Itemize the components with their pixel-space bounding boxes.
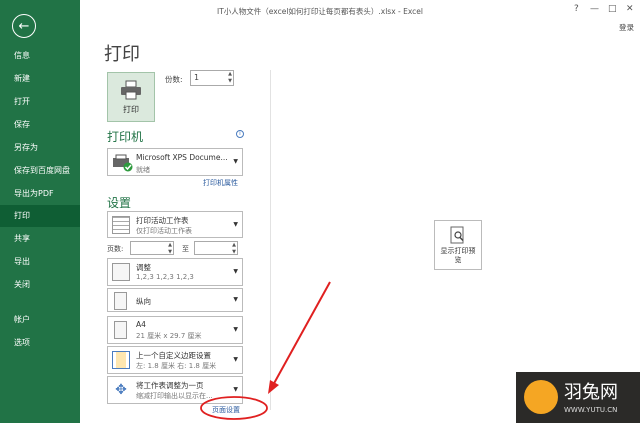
print-button-label: 打印: [123, 104, 139, 114]
watermark: 羽兔网 WWW.YUTU.CN: [516, 372, 640, 423]
close-icon[interactable]: ✕: [626, 4, 634, 14]
sidebar-item-close[interactable]: 关闭: [0, 274, 80, 296]
restore-icon[interactable]: □: [608, 4, 617, 14]
pages-to-input[interactable]: ▲ ▼: [194, 241, 238, 255]
collate-icon: [112, 263, 130, 281]
preview-label-line1: 显示打印预: [440, 246, 476, 255]
margins-icon: [112, 351, 130, 369]
copies-label: 份数:: [165, 75, 183, 84]
paper-size-sub: 21 厘米 x 29.7 厘米: [136, 332, 202, 340]
backstage-sidebar: ← 信息 新建 打开 保存 另存为 保存到百度网盘 导出为PDF 打印 共享 导…: [0, 0, 80, 423]
print-button[interactable]: 打印: [107, 72, 155, 122]
print-scope-dropdown[interactable]: 打印活动工作表 仅打印活动工作表 ▼: [107, 211, 243, 238]
scaling-main: 将工作表调整为一页: [136, 381, 204, 390]
window-title: IT小人物文件（excel如何打印让每页都有表头）.xlsx - Excel: [217, 7, 423, 16]
printer-name: Microsoft XPS Docume...: [136, 153, 228, 162]
orientation-dropdown[interactable]: 纵向 ▼: [107, 288, 243, 312]
printer-status: 就绪: [136, 166, 150, 174]
sidebar-item-save-to-baidu[interactable]: 保存到百度网盘: [0, 160, 80, 182]
sidebar-item-share[interactable]: 共享: [0, 228, 80, 250]
pages-to-label: 至: [182, 245, 189, 253]
sidebar-item-save-as[interactable]: 另存为: [0, 137, 80, 159]
sidebar-item-print[interactable]: 打印: [0, 205, 80, 227]
copies-input[interactable]: 1 ▲ ▼: [190, 70, 234, 86]
pages-label: 页数:: [107, 245, 124, 253]
paper-size-dropdown[interactable]: A4 21 厘米 x 29.7 厘米 ▼: [107, 316, 243, 344]
magnifier-page-icon: [450, 226, 464, 243]
chevron-down-icon: ▼: [233, 158, 238, 165]
chevron-down-icon: ▼: [233, 356, 238, 363]
printer-heading: 打印机: [107, 130, 144, 144]
minimize-icon[interactable]: —: [590, 4, 599, 14]
collate-sub: 1,2,3 1,2,3 1,2,3: [136, 273, 194, 281]
page-icon: [114, 321, 127, 339]
annotation-arrow: [271, 281, 331, 388]
orientation-main: 纵向: [136, 297, 151, 306]
printer-dropdown[interactable]: Microsoft XPS Docume... 就绪 ▼: [107, 148, 243, 176]
spinner-icon[interactable]: ▲ ▼: [232, 242, 236, 255]
print-scope-sub: 仅打印活动工作表: [136, 227, 192, 235]
settings-heading: 设置: [107, 196, 132, 210]
spinner-icon[interactable]: ▲ ▼: [228, 71, 232, 84]
sidebar-item-options[interactable]: 选项: [0, 332, 80, 354]
help-icon[interactable]: ?: [574, 4, 579, 14]
rabbit-logo-icon: [524, 380, 558, 414]
login-link[interactable]: 登录: [619, 22, 634, 33]
scaling-sub: 缩减打印输出以显示在...: [136, 392, 213, 400]
copies-value: 1: [194, 73, 200, 82]
paper-size-main: A4: [136, 320, 146, 329]
sidebar-item-open[interactable]: 打开: [0, 91, 80, 113]
margins-main: 上一个自定义边距设置: [136, 351, 211, 360]
chevron-down-icon: ▼: [233, 296, 238, 303]
portrait-icon: [114, 292, 127, 310]
chevron-down-icon: ▼: [233, 220, 238, 228]
preview-label-line2: 览: [454, 255, 462, 264]
sidebar-item-export[interactable]: 导出: [0, 251, 80, 273]
sidebar-item-account[interactable]: 帐户: [0, 309, 80, 331]
printer-properties-link[interactable]: 打印机属性: [203, 178, 238, 188]
print-scope-main: 打印活动工作表: [136, 216, 189, 225]
pane-divider: [270, 70, 271, 410]
printer-icon: [121, 80, 141, 99]
show-print-preview-button[interactable]: 显示打印预览: [434, 220, 482, 270]
chevron-down-icon: ▼: [233, 268, 238, 275]
sidebar-item-save[interactable]: 保存: [0, 114, 80, 136]
collate-dropdown[interactable]: 调整 1,2,3 1,2,3 1,2,3 ▼: [107, 258, 243, 286]
watermark-url: WWW.YUTU.CN: [564, 406, 618, 414]
annotation-overlay: [200, 281, 331, 420]
back-arrow-icon[interactable]: ←: [12, 14, 36, 38]
sidebar-item-export-pdf[interactable]: 导出为PDF: [0, 183, 80, 205]
fit-page-icon: ✥: [115, 382, 127, 398]
page-title: 打印: [104, 44, 140, 65]
pages-from-input[interactable]: ▲ ▼: [130, 241, 174, 255]
sidebar-item-new[interactable]: 新建: [0, 68, 80, 90]
page-setup-link[interactable]: 页面设置: [212, 405, 240, 415]
margins-sub: 左: 1.8 厘米 右: 1.8 厘米: [136, 362, 217, 370]
title-bar: IT小人物文件（excel如何打印让每页都有表头）.xlsx - Excel ?…: [80, 0, 640, 22]
watermark-name: 羽兔网: [564, 382, 618, 403]
collate-main: 调整: [136, 263, 151, 272]
spinner-icon[interactable]: ▲ ▼: [168, 242, 172, 255]
sidebar-item-info[interactable]: 信息: [0, 45, 80, 67]
info-icon[interactable]: i: [236, 130, 244, 138]
scaling-dropdown[interactable]: ✥ 将工作表调整为一页 缩减打印输出以显示在... ▼: [107, 376, 243, 404]
chevron-down-icon: ▼: [233, 326, 238, 333]
margins-dropdown[interactable]: 上一个自定义边距设置 左: 1.8 厘米 右: 1.8 厘米 ▼: [107, 346, 243, 374]
printer-device-icon: [113, 154, 133, 172]
chevron-down-icon: ▼: [233, 386, 238, 393]
worksheet-icon: [112, 216, 130, 234]
